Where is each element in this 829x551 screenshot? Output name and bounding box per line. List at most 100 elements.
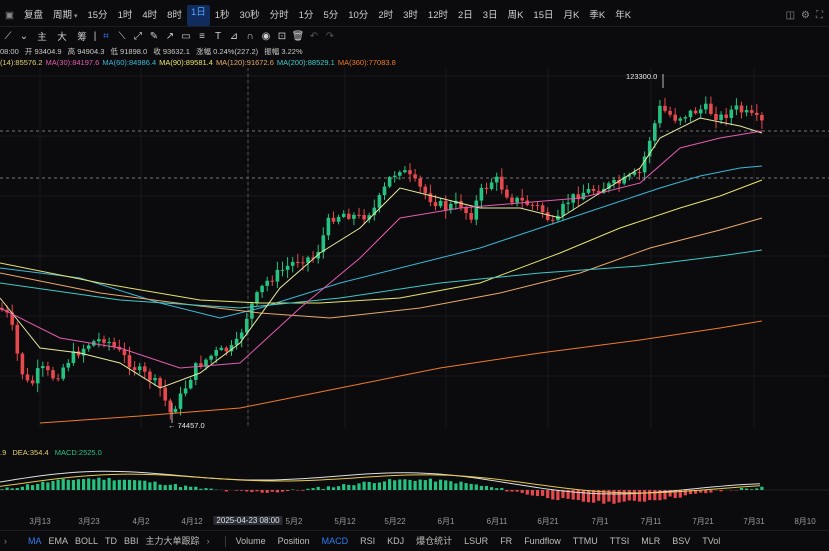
candle-body	[424, 187, 428, 194]
rectangle-icon[interactable]: ▭	[178, 31, 194, 42]
sub-indicator-11[interactable]: MLR	[641, 531, 672, 551]
main-indicator-5[interactable]: 主力大单跟踪	[146, 531, 207, 551]
macd-bar	[357, 483, 360, 490]
macd-bar	[36, 484, 39, 490]
macd-bar	[577, 490, 580, 500]
eye-icon[interactable]: ◉	[258, 31, 274, 42]
candle-body	[495, 177, 499, 183]
sub-indicator-2[interactable]: MACD	[322, 531, 361, 551]
sub-indicator-13[interactable]: TVol	[702, 531, 732, 551]
timeframe-list: 15分1时4时8时1日1秒30秒分时1分5分10分2时3时12时2日3日周K15…	[82, 5, 636, 26]
redo-icon[interactable]: ↷	[322, 31, 338, 42]
candle-body	[653, 123, 657, 141]
sub-indicator-1[interactable]: Position	[278, 531, 322, 551]
replay-button[interactable]: 复盘	[19, 5, 48, 26]
line-tool-icon[interactable]: ⟋	[0, 31, 16, 42]
macd-bar	[638, 490, 641, 502]
sub-indicator-7[interactable]: FR	[500, 531, 524, 551]
macd-bar	[51, 481, 54, 490]
big-order-toggle[interactable]: 大	[52, 29, 72, 43]
settings-icon[interactable]: ⚙	[801, 5, 810, 26]
timeframe-12[interactable]: 3时	[398, 5, 423, 26]
indicator-scroll-icon[interactable]: ›	[207, 531, 217, 551]
main-indicator-2[interactable]: BOLL	[75, 531, 105, 551]
timeframe-14[interactable]: 2日	[453, 5, 478, 26]
ray-icon[interactable]: ⤢	[130, 31, 146, 42]
main-indicator-3[interactable]: TD	[105, 531, 124, 551]
timeframe-16[interactable]: 周K	[503, 5, 529, 26]
macd-bar	[77, 479, 80, 490]
arrow-icon[interactable]: ↗	[162, 31, 178, 42]
crosshair-icon[interactable]: ⌗	[98, 31, 114, 42]
timeframe-20[interactable]: 年K	[610, 5, 636, 26]
chip-distribution-toggle[interactable]: 筹	[72, 29, 92, 43]
candle-body	[143, 366, 147, 371]
candle-body	[439, 201, 443, 206]
timeframe-6[interactable]: 30秒	[235, 5, 265, 26]
text-icon[interactable]: T	[210, 31, 226, 42]
candle-body	[429, 193, 433, 202]
sub-indicator-3[interactable]: RSI	[360, 531, 387, 551]
sub-indicator-4[interactable]: KDJ	[387, 531, 416, 551]
timeframe-11[interactable]: 2时	[373, 5, 398, 26]
timeframe-3[interactable]: 8时	[162, 5, 187, 26]
x-tick-label: 5月12	[334, 516, 355, 527]
timeframe-0[interactable]: 15分	[82, 5, 112, 26]
sub-indicator-6[interactable]: LSUR	[464, 531, 500, 551]
macd-bar	[6, 487, 9, 490]
timeframe-15[interactable]: 3日	[478, 5, 503, 26]
candle-body	[41, 366, 45, 368]
timeframe-8[interactable]: 1分	[294, 5, 319, 26]
timeframe-2[interactable]: 4时	[137, 5, 162, 26]
sub-indicator-0[interactable]: Volume	[236, 531, 278, 551]
x-tick-label: 4月12	[181, 516, 202, 527]
main-indicator-0[interactable]: MA	[14, 531, 49, 551]
layout-icon[interactable]: ▣	[0, 5, 19, 26]
trend-line-icon[interactable]: ⟍	[114, 31, 130, 42]
candle-body	[561, 204, 565, 216]
fullscreen-icon[interactable]: ⛶	[816, 5, 823, 26]
indicator-menu-icon[interactable]: ›	[0, 531, 14, 551]
timeframe-10[interactable]: 10分	[343, 5, 373, 26]
timeframe-4[interactable]: 1日	[187, 5, 210, 26]
lock-icon[interactable]: ⊡	[274, 31, 290, 42]
sub-indicator-8[interactable]: Fundflow	[524, 531, 573, 551]
timeframe-17[interactable]: 15日	[528, 5, 558, 26]
timeframe-19[interactable]: 季K	[584, 5, 610, 26]
candle-body	[760, 115, 764, 120]
timeframe-9[interactable]: 5分	[318, 5, 343, 26]
measure-icon[interactable]: ⊿	[226, 31, 242, 42]
macd-bar	[495, 488, 498, 490]
brush-icon[interactable]: ✎	[146, 31, 162, 42]
drawing-toolbar: ⟋ ⌄ 主 大 筹 | ⌗ ⟍ ⤢ ✎ ↗ ▭ ≡ T ⊿ ∩ ◉ ⊡ 🗑 ↶ …	[0, 28, 829, 44]
macd-bar	[480, 486, 483, 490]
chevron-down-icon[interactable]: ⌄	[16, 31, 32, 42]
timeframe-1[interactable]: 1时	[113, 5, 138, 26]
sub-indicator-10[interactable]: TTSI	[610, 531, 642, 551]
timeframe-18[interactable]: 月K	[559, 5, 585, 26]
macd-bar	[31, 485, 34, 490]
top-ticker-strip	[0, 0, 829, 4]
sub-indicator-9[interactable]: TTMU	[573, 531, 610, 551]
timeframe-5[interactable]: 1秒	[210, 5, 235, 26]
sub-indicator-5[interactable]: 爆仓统计	[416, 531, 464, 551]
undo-icon[interactable]: ↶	[306, 31, 322, 42]
candle-body	[704, 104, 708, 110]
main-indicator-4[interactable]: BBI	[124, 531, 146, 551]
timeframe-7[interactable]: 分时	[265, 5, 294, 26]
trash-icon[interactable]: 🗑	[290, 31, 306, 42]
fib-icon[interactable]: ≡	[194, 31, 210, 42]
candlestick-chart[interactable]	[0, 68, 829, 428]
camera-icon[interactable]: ◫	[786, 5, 795, 26]
main-force-toggle[interactable]: 主	[32, 29, 52, 43]
toolbar-right-icons: ◫ ⚙ ⛶	[786, 5, 823, 26]
timeframe-13[interactable]: 12时	[423, 5, 453, 26]
macd-panel[interactable]	[0, 458, 829, 510]
main-indicator-1[interactable]: EMA	[49, 531, 76, 551]
macd-bar	[174, 484, 177, 490]
magnet-icon[interactable]: ∩	[242, 31, 258, 42]
sub-indicator-12[interactable]: BSV	[672, 531, 702, 551]
macd-bar	[750, 489, 753, 490]
period-dropdown[interactable]: 周期	[48, 5, 82, 27]
candle-body	[276, 270, 280, 282]
